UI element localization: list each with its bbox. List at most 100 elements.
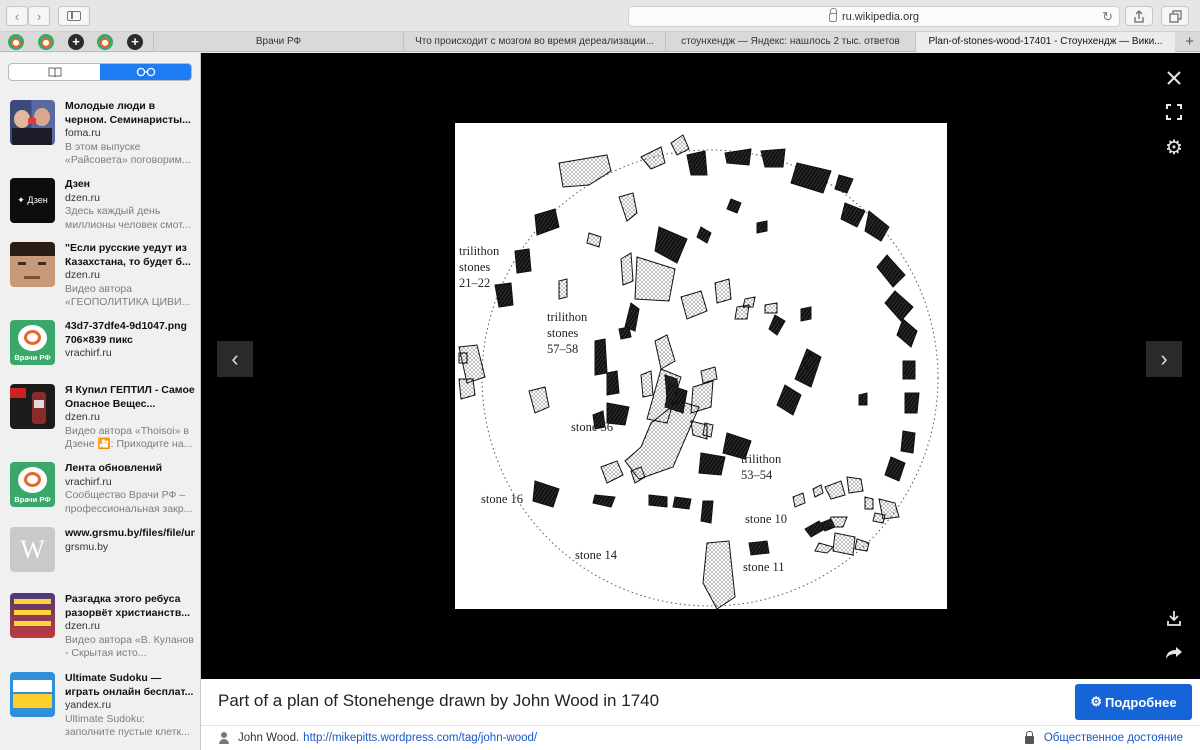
sidebar: Молодые люди в черном. Семинаристы... fo… xyxy=(0,53,201,750)
gear-icon: ⚙ xyxy=(1165,136,1183,159)
chevron-right-icon: › xyxy=(1160,346,1168,371)
next-image-button[interactable]: › xyxy=(1146,341,1182,377)
previous-image-button[interactable]: ‹ xyxy=(217,341,253,377)
label-trilithon-21-22-line2: stones xyxy=(459,260,490,274)
address-text: ru.wikipedia.org xyxy=(841,10,920,23)
item-description: Видео автора «Thoisoi» в Дзене 🎦: Приход… xyxy=(65,424,193,451)
pinned-tab-plus-icon[interactable]: + xyxy=(68,34,84,50)
list-item[interactable]: Ultimate Sudoku — играть онлайн бесплат.… xyxy=(0,672,200,744)
item-title: Лента обновлений xyxy=(65,462,163,474)
fullscreen-button[interactable] xyxy=(1159,97,1189,127)
thumbnail xyxy=(10,384,55,429)
more-details-label: Подробнее xyxy=(1105,694,1177,710)
tabs-overview-button[interactable] xyxy=(1161,6,1189,26)
thumbnail: Врачи РФ xyxy=(10,320,55,365)
item-title: Молодые люди в черном. Семинаристы... xyxy=(65,100,191,126)
sidebar-mode-switch xyxy=(8,63,192,81)
label-trilithon-53-54-line2: 53–54 xyxy=(741,468,773,482)
tab-yandex-stonehenge[interactable]: стоунхендж — Яндекс: нашлось 2 тыс. отве… xyxy=(665,32,915,52)
item-description: Видео автора «ГЕОПОЛИТИКА ЦИВИ... xyxy=(65,282,191,309)
item-source: dzen.ru xyxy=(65,411,101,423)
thumbnail xyxy=(10,593,55,638)
forward-button[interactable]: › xyxy=(28,6,50,26)
item-source: yandex.ru xyxy=(65,699,112,711)
author-link[interactable]: http://mikepitts.wordpress.com/tag/john-… xyxy=(303,732,537,744)
address-bar[interactable]: ru.wikipedia.org ↻ xyxy=(628,6,1120,27)
share-image-button[interactable] xyxy=(1159,638,1189,668)
reload-icon[interactable]: ↻ xyxy=(1102,9,1113,25)
sidebar-toggle-button[interactable] xyxy=(58,6,90,26)
pinned-tab-vrachi-icon[interactable] xyxy=(38,34,54,50)
download-button[interactable] xyxy=(1159,603,1189,633)
item-source: foma.ru xyxy=(65,127,101,139)
label-stone-14: stone 14 xyxy=(575,548,618,562)
item-title: Разгадка этого ребуса разорвёт христианс… xyxy=(65,593,191,619)
dzen-logo: ✦ Дзен xyxy=(17,195,48,205)
dotted-bluestones xyxy=(458,134,900,609)
item-source: dzen.ru xyxy=(65,620,101,632)
vrachi-logo-text: Врачи РФ xyxy=(14,495,51,504)
license-link[interactable]: Общественное достояние xyxy=(1024,731,1183,744)
item-title: "Если русские уедут из Казахстана, то бу… xyxy=(65,242,191,268)
more-details-button[interactable]: ⚙ Подробнее xyxy=(1075,684,1192,720)
author-line: John Wood. http://mikepitts.wordpress.co… xyxy=(218,732,537,744)
reading-list-tab[interactable] xyxy=(100,64,191,80)
share-button[interactable] xyxy=(1125,6,1153,26)
lock-icon xyxy=(828,8,837,22)
caption-divider xyxy=(201,725,1200,726)
item-source: vrachirf.ru xyxy=(65,475,112,488)
list-item[interactable]: Врачи РФ 43d7-37dfe4-9d1047.png 706×839 … xyxy=(0,320,200,392)
tab-bar: + + Врачи РФ Что происходит с мозгом во … xyxy=(0,32,1200,52)
list-item[interactable]: Разгадка этого ребуса разорвёт христианс… xyxy=(0,593,200,665)
lock-icon xyxy=(1024,731,1034,744)
label-trilithon-57-58-line3: 57–58 xyxy=(547,342,578,356)
label-trilithon-57-58-line1: trilithon xyxy=(547,310,588,324)
label-stone-11: stone 11 xyxy=(743,560,785,574)
bookmarks-tab[interactable] xyxy=(9,64,100,80)
item-title: Ultimate Sudoku — играть онлайн бесплат.… xyxy=(65,672,194,698)
details-gear-icon: ⚙ xyxy=(1090,694,1103,709)
label-stone-56: stone 56 xyxy=(571,420,613,434)
stonehenge-plan-image: trilithon stones 21–22 trilithon stones … xyxy=(455,123,947,609)
tab-derealization[interactable]: Что происходит с мозгом во время дереали… xyxy=(403,32,665,52)
new-tab-icon[interactable]: + xyxy=(1185,33,1194,50)
tabs-icon xyxy=(1168,9,1182,23)
thumbnail: Врачи РФ xyxy=(10,462,55,507)
glasses-icon xyxy=(136,67,155,77)
list-item[interactable]: Молодые люди в черном. Семинаристы... fo… xyxy=(0,100,200,172)
list-item[interactable]: "Если русские уедут из Казахстана, то бу… xyxy=(0,242,200,314)
settings-button[interactable]: ⚙ xyxy=(1159,132,1189,162)
tab-wikipedia-stonehenge[interactable]: Plan-of-stones-wood-17401 - Стоунхендж —… xyxy=(915,32,1175,52)
close-button[interactable] xyxy=(1159,63,1189,93)
label-trilithon-21-22-line3: 21–22 xyxy=(459,276,490,290)
pinned-tab-plus-icon[interactable]: + xyxy=(127,34,143,50)
item-title: www.grsmu.by/files/file/university/cafed… xyxy=(65,527,195,539)
browser-toolbar: ‹ › ru.wikipedia.org ↻ xyxy=(0,0,1200,32)
share-icon xyxy=(1134,9,1144,23)
image-viewer: trilithon stones 21–22 trilithon stones … xyxy=(201,53,1200,679)
download-icon xyxy=(1167,611,1181,626)
author-name: John Wood. xyxy=(238,732,300,744)
stonehenge-plan-drawing: trilithon stones 21–22 trilithon stones … xyxy=(458,134,939,609)
list-item[interactable]: W www.grsmu.by/files/file/university/caf… xyxy=(0,527,200,599)
close-icon xyxy=(1167,71,1181,85)
back-button[interactable]: ‹ xyxy=(6,6,28,26)
item-source: vrachirf.ru xyxy=(65,347,112,359)
item-source: dzen.ru xyxy=(65,191,101,204)
person-icon xyxy=(218,732,230,744)
label-trilithon-21-22-line1: trilithon xyxy=(459,244,500,258)
list-item[interactable]: ✦ Дзен Дзен dzen.ru Здесь каждый день ми… xyxy=(0,178,200,250)
pinned-tab-vrachi-icon[interactable] xyxy=(97,34,113,50)
chevron-left-icon: ‹ xyxy=(231,346,239,371)
pinned-tab-vrachi-icon[interactable] xyxy=(8,34,24,50)
item-source: dzen.ru xyxy=(65,269,101,281)
list-item[interactable]: Я Купил ГЕПТИЛ - Самое Опасное Вещес... … xyxy=(0,384,200,456)
item-title: 43d7-37dfe4-9d1047.png 706×839 пикс xyxy=(65,320,187,346)
tab-vrachi[interactable]: Врачи РФ xyxy=(153,32,403,52)
thumbnail xyxy=(10,242,55,287)
label-trilithon-57-58-line2: stones xyxy=(547,326,578,340)
item-source: grsmu.by xyxy=(65,540,109,553)
vrachi-logo-text: Врачи РФ xyxy=(14,353,51,362)
list-item[interactable]: Врачи РФ Лента обновлений vrachirf.ru Со… xyxy=(0,462,200,534)
share-arrow-icon xyxy=(1166,647,1182,659)
